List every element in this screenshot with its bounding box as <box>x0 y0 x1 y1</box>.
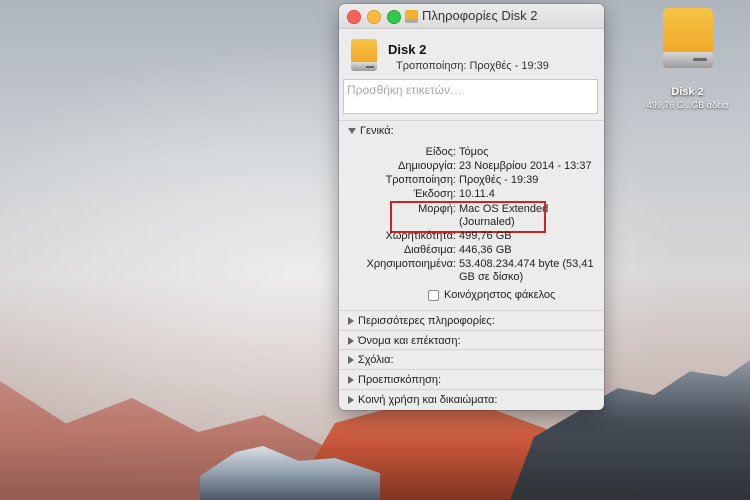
section-comments[interactable]: Σχόλια: <box>348 354 394 366</box>
section-more-info[interactable]: Περισσότερες πληροφορίες: <box>348 315 495 327</box>
row-key: Διαθέσιμα: <box>403 244 456 256</box>
shared-folder-option[interactable]: Κοινόχρηστος φάκελος <box>428 289 555 301</box>
row-key: Είδος: <box>425 146 456 158</box>
format-highlight-box <box>390 201 546 233</box>
divider <box>339 349 604 350</box>
disclosure-right-icon[interactable] <box>348 337 354 345</box>
divider <box>339 389 604 390</box>
window-title: Πληροφορίες Disk 2 <box>405 4 537 28</box>
row-key: Δημιουργία: <box>398 160 456 172</box>
row-value: 499,76 GB <box>459 230 512 242</box>
tags-field[interactable] <box>343 79 598 114</box>
desktop-disk-name: Disk 2 <box>671 86 704 98</box>
info-header: Disk 2 Τροποποίηση: Προχθές - 19:39 <box>339 29 604 79</box>
row-key: Χρησιμοποιημένα: <box>366 258 456 270</box>
section-preview[interactable]: Προεπισκόπηση: <box>348 374 441 386</box>
section-general-label: Γενικά: <box>360 125 394 137</box>
close-button[interactable] <box>347 10 361 24</box>
row-key: Τροποποίηση: <box>385 174 456 186</box>
shared-folder-label: Κοινόχρηστος φάκελος <box>444 289 556 301</box>
row-value: 23 Νοεμβρίου 2014 - 13:37 <box>459 160 592 172</box>
hard-disk-icon <box>662 8 713 70</box>
modified-line: Τροποποίηση: Προχθές - 19:39 <box>396 60 549 72</box>
divider <box>339 120 604 121</box>
row-key: Έκδοση: <box>413 188 456 200</box>
section-name-extension[interactable]: Όνομα και επέκταση: <box>348 335 461 347</box>
disk-icon <box>405 9 418 23</box>
hard-disk-icon <box>351 39 377 73</box>
desktop-disk-subtitle: 499,76 G...GB άδεια <box>646 100 729 110</box>
row-value: Τόμος <box>459 146 489 158</box>
disclosure-right-icon[interactable] <box>348 317 354 325</box>
row-value: 10.11.4 <box>459 188 495 200</box>
disclosure-right-icon[interactable] <box>348 376 354 384</box>
tags-input[interactable] <box>344 80 595 100</box>
title-bar[interactable]: Πληροφορίες Disk 2 <box>339 4 604 29</box>
section-label: Όνομα και επέκταση: <box>358 335 461 347</box>
divider <box>339 330 604 331</box>
zoom-button[interactable] <box>387 10 401 24</box>
disk-name: Disk 2 <box>388 42 427 57</box>
minimize-button[interactable] <box>367 10 381 24</box>
disclosure-right-icon[interactable] <box>348 396 354 404</box>
section-general[interactable]: Γενικά: <box>348 125 394 137</box>
section-label: Περισσότερες πληροφορίες: <box>358 315 495 327</box>
shared-folder-checkbox[interactable] <box>428 289 439 301</box>
window-title-text: Πληροφορίες Disk 2 <box>422 8 538 23</box>
divider <box>339 369 604 370</box>
info-window: Πληροφορίες Disk 2 Disk 2 Τροποποίηση: Π… <box>339 4 604 410</box>
section-label: Προεπισκόπηση: <box>358 374 442 386</box>
row-value: Προχθές - 19:39 <box>459 174 539 186</box>
desktop-disk-icon[interactable]: Disk 2 499,76 G...GB άδεια <box>630 8 745 110</box>
disclosure-down-icon[interactable] <box>348 128 356 134</box>
row-value: 53.408.234.474 byte (53,41 GB σε δίσκο) <box>459 258 594 283</box>
section-label: Σχόλια: <box>358 354 394 366</box>
row-key: Χωρητικότητα: <box>385 230 457 242</box>
disclosure-right-icon[interactable] <box>348 356 354 364</box>
section-label: Κοινή χρήση και δικαιώματα: <box>358 394 498 406</box>
section-sharing-permissions[interactable]: Κοινή χρήση και δικαιώματα: <box>348 394 497 406</box>
divider <box>339 310 604 311</box>
row-value: 446,36 GB <box>459 244 512 256</box>
